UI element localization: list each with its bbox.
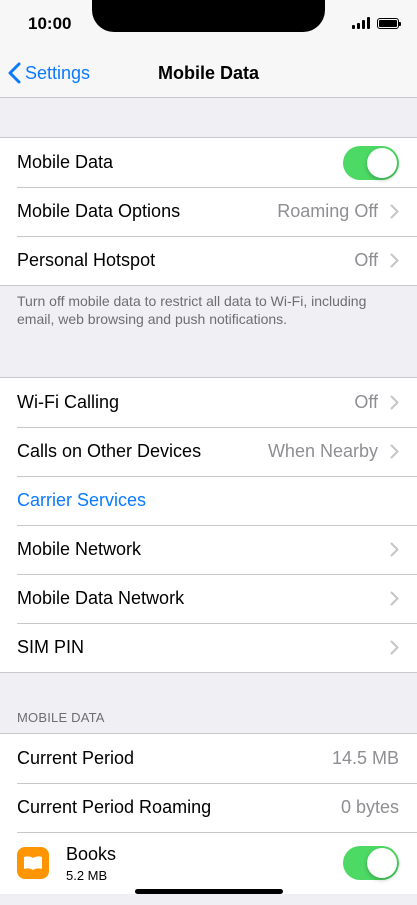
- sim-pin-label: SIM PIN: [17, 637, 85, 657]
- home-indicator: [135, 889, 283, 894]
- current-period-roaming-value: 0 bytes: [340, 797, 399, 817]
- chevron-right-icon: [390, 640, 399, 655]
- mobile-data-network-label: Mobile Data Network: [17, 588, 185, 608]
- usage-group: Current Period 14.5 MB Current Period Ro…: [0, 733, 417, 894]
- current-period-roaming-label: Current Period Roaming: [17, 797, 212, 817]
- battery-icon: [377, 18, 401, 29]
- row-wifi-calling[interactable]: Wi-Fi Calling Off: [0, 378, 417, 427]
- row-personal-hotspot[interactable]: Personal Hotspot Off: [0, 236, 417, 285]
- status-icons: [352, 17, 401, 29]
- navigation-bar: Settings Mobile Data: [0, 50, 417, 98]
- chevron-right-icon: [390, 204, 399, 219]
- mobile-data-label: Mobile Data: [17, 152, 114, 172]
- wifi-calling-value: Off: [354, 392, 378, 412]
- chevron-right-icon: [390, 253, 399, 268]
- mobile-data-options-label: Mobile Data Options: [17, 201, 181, 221]
- mobile-network-label: Mobile Network: [17, 539, 142, 559]
- personal-hotspot-value: Off: [354, 250, 378, 270]
- app-data-size: 5.2 MB: [66, 867, 108, 883]
- carrier-services-link[interactable]: Carrier Services: [17, 490, 399, 511]
- calling-group: Wi-Fi Calling Off Calls on Other Devices…: [0, 377, 417, 673]
- row-mobile-data: Mobile Data: [0, 138, 417, 187]
- signal-icon: [352, 17, 370, 29]
- page-title: Mobile Data: [157, 63, 259, 83]
- chevron-right-icon: [390, 395, 399, 410]
- books-toggle[interactable]: [343, 846, 399, 880]
- app-name: Books: [66, 843, 117, 864]
- row-mobile-data-network[interactable]: Mobile Data Network: [0, 574, 417, 623]
- wifi-calling-label: Wi-Fi Calling: [17, 392, 120, 412]
- calls-other-devices-label: Calls on Other Devices: [17, 441, 202, 461]
- personal-hotspot-label: Personal Hotspot: [17, 250, 156, 270]
- row-calls-other-devices[interactable]: Calls on Other Devices When Nearby: [0, 427, 417, 476]
- mobile-data-footnote: Turn off mobile data to restrict all dat…: [17, 293, 367, 327]
- row-mobile-data-options[interactable]: Mobile Data Options Roaming Off: [0, 187, 417, 236]
- mobile-data-options-value: Roaming Off: [277, 201, 378, 221]
- status-bar: 10:00: [0, 0, 417, 50]
- current-period-value: 14.5 MB: [331, 748, 399, 768]
- row-current-period-roaming: Current Period Roaming 0 bytes: [0, 783, 417, 832]
- chevron-right-icon: [390, 542, 399, 557]
- row-carrier-services[interactable]: Carrier Services: [0, 476, 417, 525]
- books-icon: [17, 847, 49, 879]
- status-time: 10:00: [28, 14, 72, 33]
- section-header-mobile-data: MOBILE DATA: [17, 710, 105, 725]
- calls-other-devices-value: When Nearby: [267, 441, 378, 461]
- row-current-period: Current Period 14.5 MB: [0, 734, 417, 783]
- app-row-books: Books 5.2 MB: [0, 832, 417, 894]
- row-mobile-network[interactable]: Mobile Network: [0, 525, 417, 574]
- row-sim-pin[interactable]: SIM PIN: [0, 623, 417, 672]
- chevron-right-icon: [390, 444, 399, 459]
- chevron-right-icon: [390, 591, 399, 606]
- mobile-data-group: Mobile Data Mobile Data Options Roaming …: [0, 137, 417, 286]
- mobile-data-toggle[interactable]: [343, 145, 399, 180]
- current-period-label: Current Period: [17, 748, 135, 768]
- notch: [92, 0, 325, 32]
